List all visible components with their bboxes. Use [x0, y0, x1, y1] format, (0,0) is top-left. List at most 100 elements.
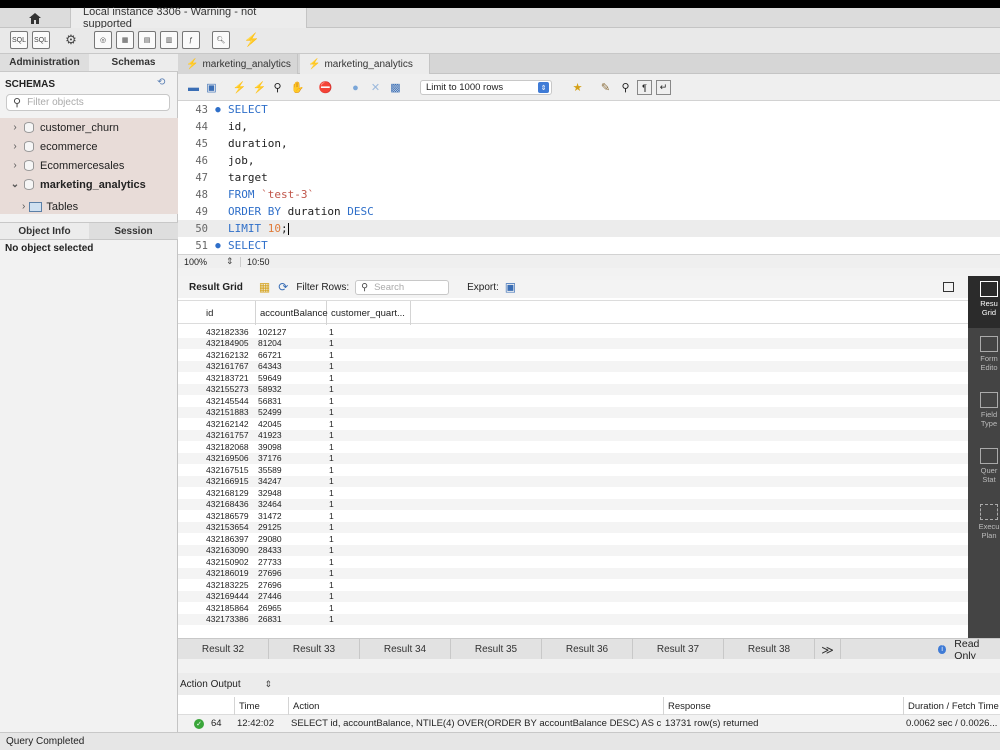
- grid-view-icon[interactable]: ▦: [259, 280, 270, 294]
- table-row[interactable]: 432182336 102127 1: [178, 326, 968, 338]
- table-row[interactable]: 432155273 58932 1: [178, 383, 968, 395]
- search-table-data-icon[interactable]: 🔍︎: [212, 31, 230, 49]
- export-icon[interactable]: ▣: [505, 280, 516, 294]
- table-row[interactable]: 432150902 27733 1: [178, 556, 968, 568]
- table-row[interactable]: 432186397 29080 1: [178, 533, 968, 545]
- result-tab[interactable]: Result 36: [542, 639, 633, 660]
- column-header-action[interactable]: Action: [288, 697, 663, 715]
- table-row[interactable]: 432184905 81204 1: [178, 337, 968, 349]
- tab-session[interactable]: Session: [89, 223, 178, 239]
- table-row[interactable]: 432162142 42045 1: [178, 418, 968, 430]
- filter-objects-input[interactable]: ⚲ Filter objects: [6, 94, 170, 111]
- table-row[interactable]: 432151883 52499 1: [178, 406, 968, 418]
- chevron-down-icon[interactable]: ⌄: [8, 179, 22, 190]
- action-output-row[interactable]: ✓ 64 12:42:02 SELECT id, accountBalance,…: [178, 715, 1000, 732]
- table-row[interactable]: 432145544 56831 1: [178, 395, 968, 407]
- inspector-icon[interactable]: ⚙: [62, 31, 80, 49]
- reconnect-icon[interactable]: ⚡: [243, 31, 261, 49]
- instance-tab[interactable]: Local instance 3306 - Warning - not supp…: [70, 6, 307, 30]
- open-folder-icon[interactable]: ▬: [186, 80, 201, 95]
- chevron-right-icon[interactable]: ›: [8, 122, 22, 133]
- table-row[interactable]: 432161757 41923 1: [178, 429, 968, 441]
- filter-rows-input[interactable]: ⚲ Search: [355, 279, 450, 295]
- action-output-select[interactable]: Action Output: [180, 679, 241, 690]
- result-tab[interactable]: Result 37: [633, 639, 724, 660]
- execute-current-icon[interactable]: ⚡: [252, 80, 267, 95]
- toggle-panel-icon[interactable]: [943, 282, 954, 292]
- table-row[interactable]: 432167515 35589 1: [178, 464, 968, 476]
- column-header-accountbalance[interactable]: accountBalance: [256, 301, 328, 325]
- limit-rows-select[interactable]: Limit to 1000 rows ⇕: [420, 80, 552, 95]
- beautify-icon[interactable]: ✎: [598, 80, 613, 95]
- table-row[interactable]: 432183721 59649 1: [178, 372, 968, 384]
- toggle-error-icon[interactable]: ⛔: [318, 80, 333, 95]
- table-row[interactable]: 432182068 39098 1: [178, 441, 968, 453]
- open-sql-script-icon[interactable]: SQL: [32, 31, 50, 49]
- explain-icon[interactable]: ⚲: [270, 80, 285, 95]
- autocommit-icon[interactable]: ▩: [388, 80, 403, 95]
- table-row[interactable]: 432153654 29125 1: [178, 521, 968, 533]
- table-row[interactable]: 432169506 37176 1: [178, 452, 968, 464]
- chevron-updown-icon[interactable]: ⇕: [265, 679, 273, 690]
- chevron-right-icon[interactable]: ›: [22, 201, 25, 212]
- rollback-icon[interactable]: ✕: [368, 80, 383, 95]
- stop-icon[interactable]: ✋: [290, 80, 305, 95]
- column-header-id[interactable]: id: [202, 301, 256, 325]
- table-row[interactable]: 432161767 64343 1: [178, 360, 968, 372]
- editor-splitter[interactable]: [178, 268, 1000, 276]
- table-row[interactable]: 432166915 34247 1: [178, 475, 968, 487]
- create-schema-icon[interactable]: ◎: [94, 31, 112, 49]
- result-tab[interactable]: Result 35: [451, 639, 542, 660]
- schema-item-active[interactable]: ⌄ marketing_analytics: [0, 175, 178, 194]
- sql-editor[interactable]: 43 ● SELECT 44 id, 45 duration, 46 job, …: [178, 101, 1000, 254]
- tables-node[interactable]: › Tables: [0, 197, 178, 216]
- create-procedure-icon[interactable]: ▥: [160, 31, 178, 49]
- commit-icon[interactable]: ●: [348, 80, 363, 95]
- schema-item[interactable]: › customer_churn: [0, 118, 178, 137]
- execution-plan-button[interactable]: Execu Plan: [968, 499, 1000, 551]
- query-tab-active[interactable]: ⚡ marketing_analytics: [300, 54, 430, 74]
- result-grid[interactable]: 432182336 102127 1 432184905 81204 1 432162132…: [178, 326, 968, 638]
- schema-item[interactable]: › Ecommercesales: [0, 156, 178, 175]
- output-splitter[interactable]: [178, 659, 1000, 673]
- result-tab[interactable]: Result 34: [360, 639, 451, 660]
- table-row[interactable]: 432186579 31472 1: [178, 510, 968, 522]
- field-types-button[interactable]: Field Type: [968, 387, 1000, 439]
- execute-icon[interactable]: ⚡: [232, 80, 247, 95]
- refresh-icon[interactable]: ⟲: [157, 77, 165, 88]
- chevron-right-icon[interactable]: ›: [8, 160, 22, 171]
- table-row[interactable]: 432163090 28433 1: [178, 544, 968, 556]
- table-row[interactable]: 432168436 32464 1: [178, 498, 968, 510]
- column-header-customer-quartile[interactable]: customer_quart...: [327, 301, 411, 325]
- wrap-lines-icon[interactable]: ↵: [656, 80, 671, 95]
- table-row[interactable]: 432169444 27446 1: [178, 590, 968, 602]
- table-row[interactable]: 432162132 66721 1: [178, 349, 968, 361]
- column-header-time[interactable]: Time: [234, 697, 290, 715]
- column-header-duration[interactable]: Duration / Fetch Time: [903, 697, 1000, 715]
- create-table-icon[interactable]: ▦: [116, 31, 134, 49]
- find-icon[interactable]: ⚲: [618, 80, 633, 95]
- result-grid-view-button[interactable]: Resu Grid: [968, 276, 1000, 328]
- more-tabs-icon[interactable]: ≫: [815, 639, 841, 660]
- zoom-level[interactable]: 100%: [178, 257, 226, 267]
- schema-item[interactable]: › ecommerce: [0, 137, 178, 156]
- tab-administration[interactable]: Administration: [0, 54, 89, 71]
- query-stats-button[interactable]: Quer Stat: [968, 443, 1000, 495]
- create-view-icon[interactable]: ▤: [138, 31, 156, 49]
- tab-object-info[interactable]: Object Info: [0, 223, 89, 239]
- invisible-chars-icon[interactable]: ¶: [637, 80, 652, 95]
- query-tab[interactable]: ⚡ marketing_analytics: [178, 54, 298, 74]
- form-editor-button[interactable]: Form Edito: [968, 331, 1000, 383]
- result-tab[interactable]: Result 32: [178, 639, 269, 660]
- new-sql-tab-icon[interactable]: SQL: [10, 31, 28, 49]
- chevron-right-icon[interactable]: ›: [8, 141, 22, 152]
- tab-schemas[interactable]: Schemas: [89, 54, 178, 71]
- create-function-icon[interactable]: ƒ: [182, 31, 200, 49]
- table-row[interactable]: 432183225 27696 1: [178, 579, 968, 591]
- add-snippet-icon[interactable]: ★: [570, 80, 585, 95]
- result-tab[interactable]: Result 33: [269, 639, 360, 660]
- result-tab[interactable]: Result 38: [724, 639, 815, 660]
- table-row[interactable]: 432168129 32948 1: [178, 487, 968, 499]
- refresh-grid-icon[interactable]: ⟳: [278, 280, 288, 294]
- column-header-response[interactable]: Response: [663, 697, 903, 715]
